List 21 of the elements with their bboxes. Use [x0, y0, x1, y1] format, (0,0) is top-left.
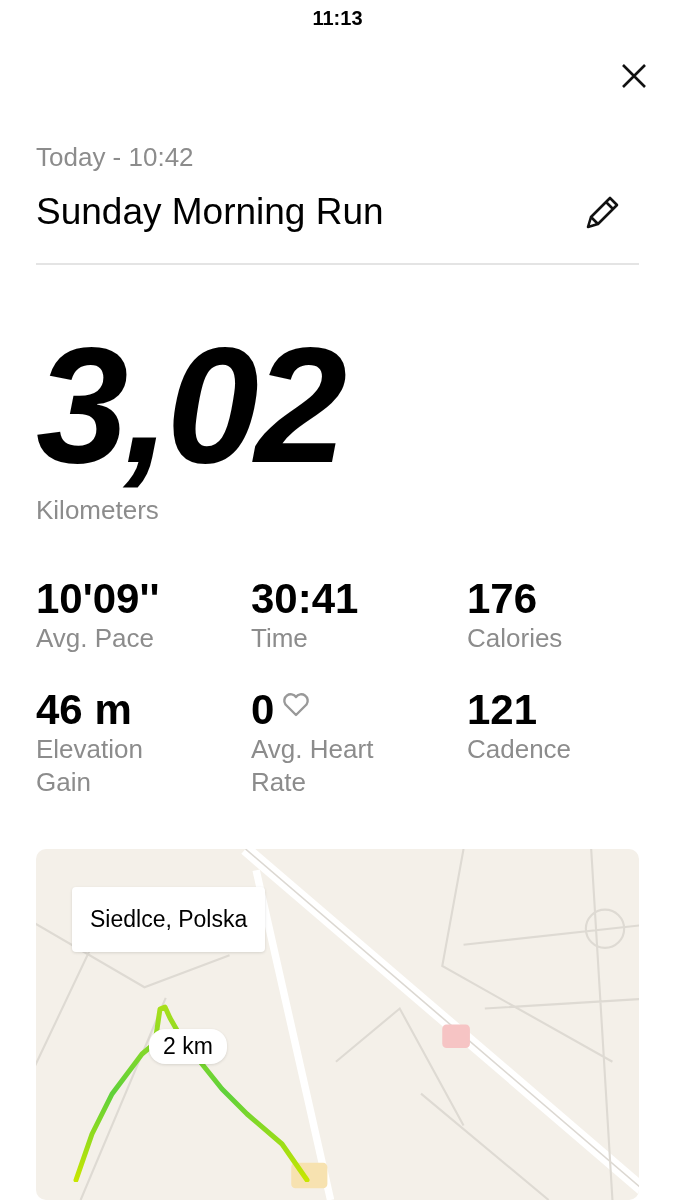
status-time: 11:13 — [312, 6, 363, 30]
distance-value: 3,02 — [35, 315, 345, 495]
activity-title: Sunday Morning Run — [36, 191, 384, 233]
stat-label: Elevation Gain — [36, 733, 144, 799]
heart-icon — [282, 692, 311, 718]
stat-label: Time — [251, 622, 309, 655]
stat-label: Calories — [467, 622, 564, 655]
stat-label: Avg. Heart Rate — [251, 733, 375, 799]
stat-label: Cadence — [467, 733, 573, 766]
stat-value: 10'09'' — [36, 575, 160, 623]
stat-value: 46 m — [36, 686, 132, 734]
stat-value: 121 — [467, 686, 538, 734]
distance-marker: 2 km — [149, 1029, 227, 1064]
stat-value: 176 — [467, 575, 538, 623]
activity-date: Today - 10:42 — [36, 142, 195, 173]
close-icon — [621, 63, 647, 89]
stat-label: Avg. Pace — [36, 622, 156, 655]
distance-unit: Kilometers — [36, 495, 160, 526]
location-label: Siedlce, Polska — [72, 887, 266, 952]
stat-value: 30:41 — [251, 575, 359, 623]
stat-value: 0 — [251, 686, 275, 734]
